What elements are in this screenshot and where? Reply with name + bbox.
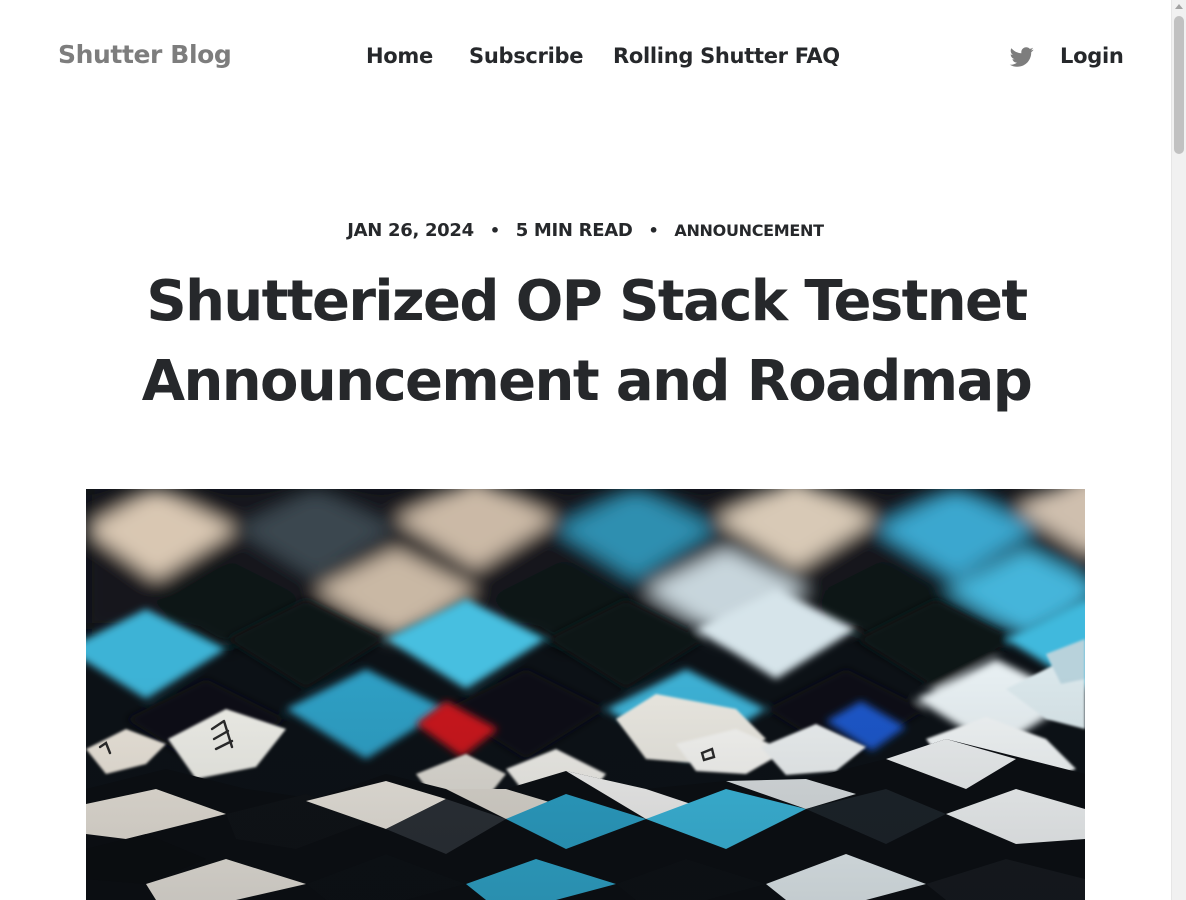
- post-reading-time: 5 MIN READ: [515, 220, 633, 241]
- post-title-line-2: Announcement and Roadmap: [141, 349, 1033, 414]
- twitter-icon[interactable]: [1009, 45, 1035, 69]
- page: Shutter Blog Home Subscribe Rolling Shut…: [0, 0, 1171, 900]
- nav-subscribe-link[interactable]: Subscribe: [469, 44, 583, 68]
- login-link[interactable]: Login: [1060, 44, 1124, 68]
- meta-separator: •: [648, 221, 659, 240]
- feature-image-artwork: [86, 489, 1085, 900]
- post-meta: JAN 26, 2024 • 5 MIN READ • ANNOUNCEMENT: [0, 220, 1171, 241]
- nav-rolling-shutter-faq-link[interactable]: Rolling Shutter FAQ: [613, 44, 840, 68]
- scrollbar-thumb[interactable]: [1174, 16, 1184, 154]
- nav-home-link[interactable]: Home: [366, 44, 433, 68]
- post-date: JAN 26, 2024: [347, 220, 474, 241]
- site-header: Shutter Blog Home Subscribe Rolling Shut…: [0, 0, 1171, 116]
- feature-image: [86, 489, 1085, 900]
- post-tag-link[interactable]: ANNOUNCEMENT: [674, 221, 824, 240]
- post-title: Shutterized OP Stack Testnet Announcemen…: [100, 262, 1073, 422]
- scroll-up-arrow-icon[interactable]: [1175, 4, 1183, 9]
- twitter-icon-glyph: [1009, 47, 1034, 67]
- primary-nav: Home Subscribe Rolling Shutter FAQ: [0, 44, 1171, 72]
- post-title-line-1: Shutterized OP Stack Testnet: [146, 269, 1028, 334]
- meta-separator: •: [489, 221, 500, 240]
- page-scrollbar[interactable]: [1171, 0, 1186, 900]
